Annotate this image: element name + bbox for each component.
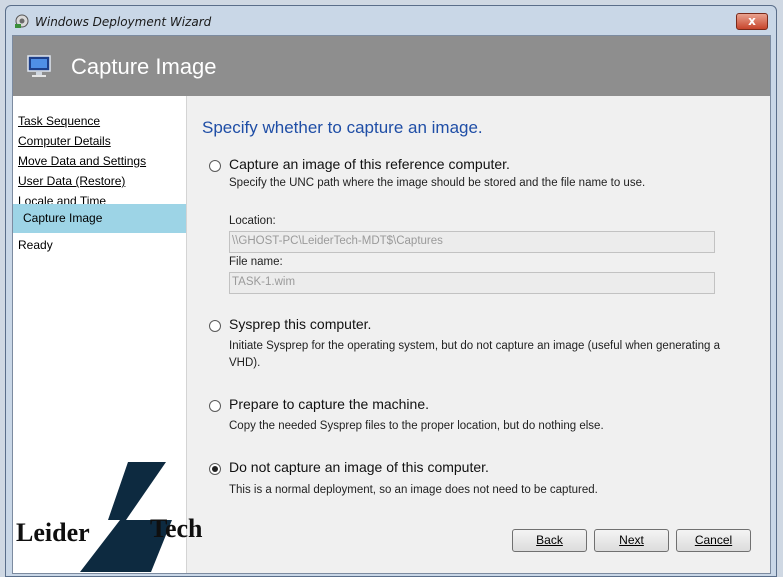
filename-label: File name: [229, 256, 283, 268]
prepare-capture-label[interactable]: Prepare to capture the machine. [229, 396, 429, 412]
nav-item-capture-image[interactable]: Capture Image [13, 204, 186, 233]
content-heading: Specify whether to capture an image. [202, 118, 483, 137]
location-label: Location: [229, 215, 276, 227]
computer-icon [27, 55, 51, 77]
prepare-capture-description: Copy the needed Sysprep files to the pro… [229, 420, 604, 432]
back-button[interactable]: Back [512, 529, 587, 552]
page-title: Capture Image [71, 54, 217, 79]
wizard-header: Capture Image [13, 36, 770, 96]
nav-current-label: Capture Image [23, 211, 103, 225]
leidertech-watermark-logo: Leider Tech [12, 462, 227, 574]
window-title: Windows Deployment Wizard [35, 15, 212, 29]
logo-word-left: Leider [16, 518, 90, 547]
next-button[interactable]: Next [594, 529, 669, 552]
nav-item-user-data[interactable]: User Data (Restore) [18, 174, 125, 188]
nav-item-computer-details[interactable]: Computer Details [18, 134, 111, 148]
nav-item-task-sequence[interactable]: Task Sequence [18, 114, 100, 128]
sysprep-radio[interactable] [209, 320, 221, 332]
wizard-content: Specify whether to capture an image. Cap… [187, 96, 770, 573]
cancel-button[interactable]: Cancel [676, 529, 751, 552]
location-field[interactable]: \\GHOST-PC\LeiderTech-MDT$\Captures [229, 231, 715, 253]
wizard-app-icon [15, 14, 29, 28]
prepare-capture-radio[interactable] [209, 400, 221, 412]
no-capture-label[interactable]: Do not capture an image of this computer… [229, 459, 489, 475]
nav-item-move-data[interactable]: Move Data and Settings [18, 154, 146, 168]
capture-image-label[interactable]: Capture an image of this reference compu… [229, 156, 510, 172]
close-button[interactable]: x [736, 13, 768, 30]
no-capture-description: This is a normal deployment, so an image… [229, 484, 598, 496]
close-icon: x [748, 14, 756, 28]
filename-field[interactable]: TASK-1.wim [229, 272, 715, 294]
title-bar: Windows Deployment Wizard x [6, 6, 776, 36]
sysprep-description: Initiate Sysprep for the operating syste… [229, 340, 720, 369]
nav-item-ready: Ready [18, 238, 53, 252]
logo-word-right: Tech [150, 514, 203, 543]
capture-image-radio[interactable] [209, 160, 221, 172]
sysprep-label[interactable]: Sysprep this computer. [229, 316, 371, 332]
capture-image-description: Specify the UNC path where the image sho… [229, 177, 646, 189]
